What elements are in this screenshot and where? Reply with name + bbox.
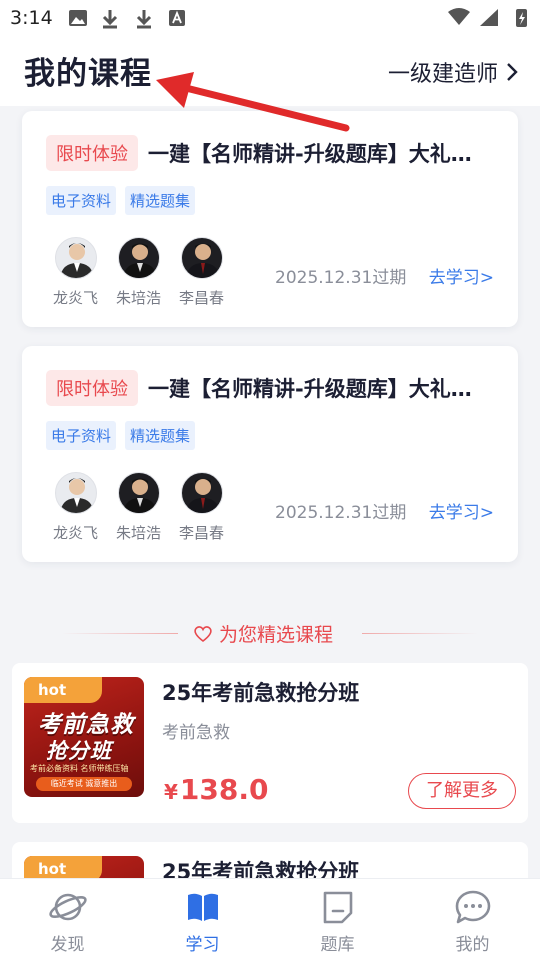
product-card[interactable]: hot 考前急救 抢分班 考前必备资料 名师带练压轴 临近考试 诚意推出 25年… bbox=[12, 663, 528, 823]
page-title: 我的课程 bbox=[24, 56, 152, 92]
thumbnail-subheadline: 抢分班 bbox=[46, 739, 112, 763]
course-title: 一建【名师精讲-升级题库】大礼… bbox=[148, 377, 472, 401]
font-app-icon bbox=[169, 10, 185, 26]
teacher: 李昌春 bbox=[170, 472, 233, 543]
product-title: 25年考前急救抢分班 bbox=[162, 681, 360, 705]
recommend-title: 为您精选课程 bbox=[219, 624, 334, 646]
teacher-portrait-icon bbox=[122, 243, 157, 278]
tab-bar: 发现 学习 题库 我的 bbox=[0, 878, 540, 960]
teacher-name: 朱培浩 bbox=[115, 289, 161, 307]
course-card[interactable]: 限时体验 一建【名师精讲-升级题库】大礼… 电子资料 精选题集 龙炎飞 朱培浩 bbox=[22, 111, 518, 327]
tab-label: 学习 bbox=[185, 935, 220, 955]
thumbnail-ribbon: 临近考试 诚意推出 bbox=[36, 777, 132, 791]
teacher-portrait-icon bbox=[185, 243, 220, 278]
teacher: 李昌春 bbox=[170, 237, 233, 308]
go-study-link[interactable]: 去学习> bbox=[429, 498, 494, 523]
avatar bbox=[54, 237, 97, 279]
signal-battery-icon bbox=[448, 8, 527, 27]
planet-icon bbox=[48, 893, 87, 921]
go-study-link[interactable]: 去学习> bbox=[429, 263, 494, 288]
question-bank-icon bbox=[323, 891, 352, 924]
expire-date: 2025.12.31过期 bbox=[275, 268, 407, 288]
teacher-name: 龙炎飞 bbox=[52, 524, 98, 542]
course-card[interactable]: 限时体验 一建【名师精讲-升级题库】大礼… 电子资料 精选题集 龙炎飞 朱培浩 bbox=[22, 346, 518, 562]
tag-exercises: 精选题集 bbox=[125, 421, 196, 450]
avatar bbox=[117, 237, 160, 279]
tag-materials: 电子资料 bbox=[46, 421, 117, 450]
recommend-heading: 为您精选课程 bbox=[0, 620, 540, 646]
exam-type-selector[interactable]: 一级建造师 bbox=[388, 56, 518, 88]
book-icon bbox=[187, 893, 218, 921]
chat-bubble-icon bbox=[455, 890, 490, 924]
limited-trial-badge: 限时体验 bbox=[46, 135, 138, 171]
heart-icon bbox=[194, 625, 212, 642]
tag-exercises: 精选题集 bbox=[125, 186, 196, 215]
status-time: 3:14 bbox=[10, 7, 53, 29]
avatar bbox=[180, 237, 223, 279]
annotation-arrow-icon bbox=[156, 72, 350, 132]
product-price: ¥138.0 bbox=[164, 773, 269, 806]
product-subtitle: 考前急救 bbox=[162, 723, 230, 743]
avatar bbox=[117, 472, 160, 514]
teacher: 龙炎飞 bbox=[44, 237, 107, 308]
currency-symbol: ¥ bbox=[164, 780, 178, 804]
thumbnail-headline: 考前急救 bbox=[38, 712, 134, 738]
thumbnail-caption: 考前必备资料 名师带练压轴 bbox=[30, 764, 129, 773]
tab-question-bank[interactable]: 题库 bbox=[270, 879, 405, 960]
hot-badge: hot bbox=[24, 677, 102, 703]
download-icon bbox=[136, 10, 152, 29]
teacher: 朱培浩 bbox=[107, 472, 170, 543]
teacher-portrait-icon bbox=[59, 243, 94, 278]
status-bar: 3:14 bbox=[0, 0, 540, 36]
tab-study[interactable]: 学习 bbox=[135, 879, 270, 960]
tab-label: 题库 bbox=[320, 935, 355, 955]
tab-profile[interactable]: 我的 bbox=[405, 879, 540, 960]
divider bbox=[62, 633, 178, 634]
teacher: 龙炎飞 bbox=[44, 472, 107, 543]
image-icon bbox=[69, 10, 87, 26]
tag-materials: 电子资料 bbox=[46, 186, 117, 215]
teacher-name: 李昌春 bbox=[178, 289, 224, 307]
product-thumbnail: hot 考前急救 抢分班 考前必备资料 名师带练压轴 临近考试 诚意推出 bbox=[24, 677, 144, 797]
download-icon bbox=[102, 10, 118, 29]
tab-label: 我的 bbox=[455, 935, 490, 955]
chevron-right-icon bbox=[507, 63, 518, 81]
teacher-portrait-icon bbox=[185, 478, 220, 513]
tab-discover[interactable]: 发现 bbox=[0, 879, 135, 960]
teacher: 朱培浩 bbox=[107, 237, 170, 308]
avatar bbox=[180, 472, 223, 514]
avatar bbox=[54, 472, 97, 514]
course-title: 一建【名师精讲-升级题库】大礼… bbox=[148, 142, 472, 166]
learn-more-button[interactable]: 了解更多 bbox=[408, 773, 516, 809]
teacher-portrait-icon bbox=[122, 478, 157, 513]
teacher-portrait-icon bbox=[59, 478, 94, 513]
teacher-name: 李昌春 bbox=[178, 524, 224, 542]
expire-date: 2025.12.31过期 bbox=[275, 503, 407, 523]
teacher-name: 朱培浩 bbox=[115, 524, 161, 542]
exam-type-label: 一级建造师 bbox=[387, 62, 498, 87]
divider bbox=[362, 633, 478, 634]
tab-label: 发现 bbox=[50, 935, 85, 955]
price-value: 138.0 bbox=[179, 773, 269, 806]
limited-trial-badge: 限时体验 bbox=[46, 370, 138, 406]
teacher-name: 龙炎飞 bbox=[52, 289, 98, 307]
